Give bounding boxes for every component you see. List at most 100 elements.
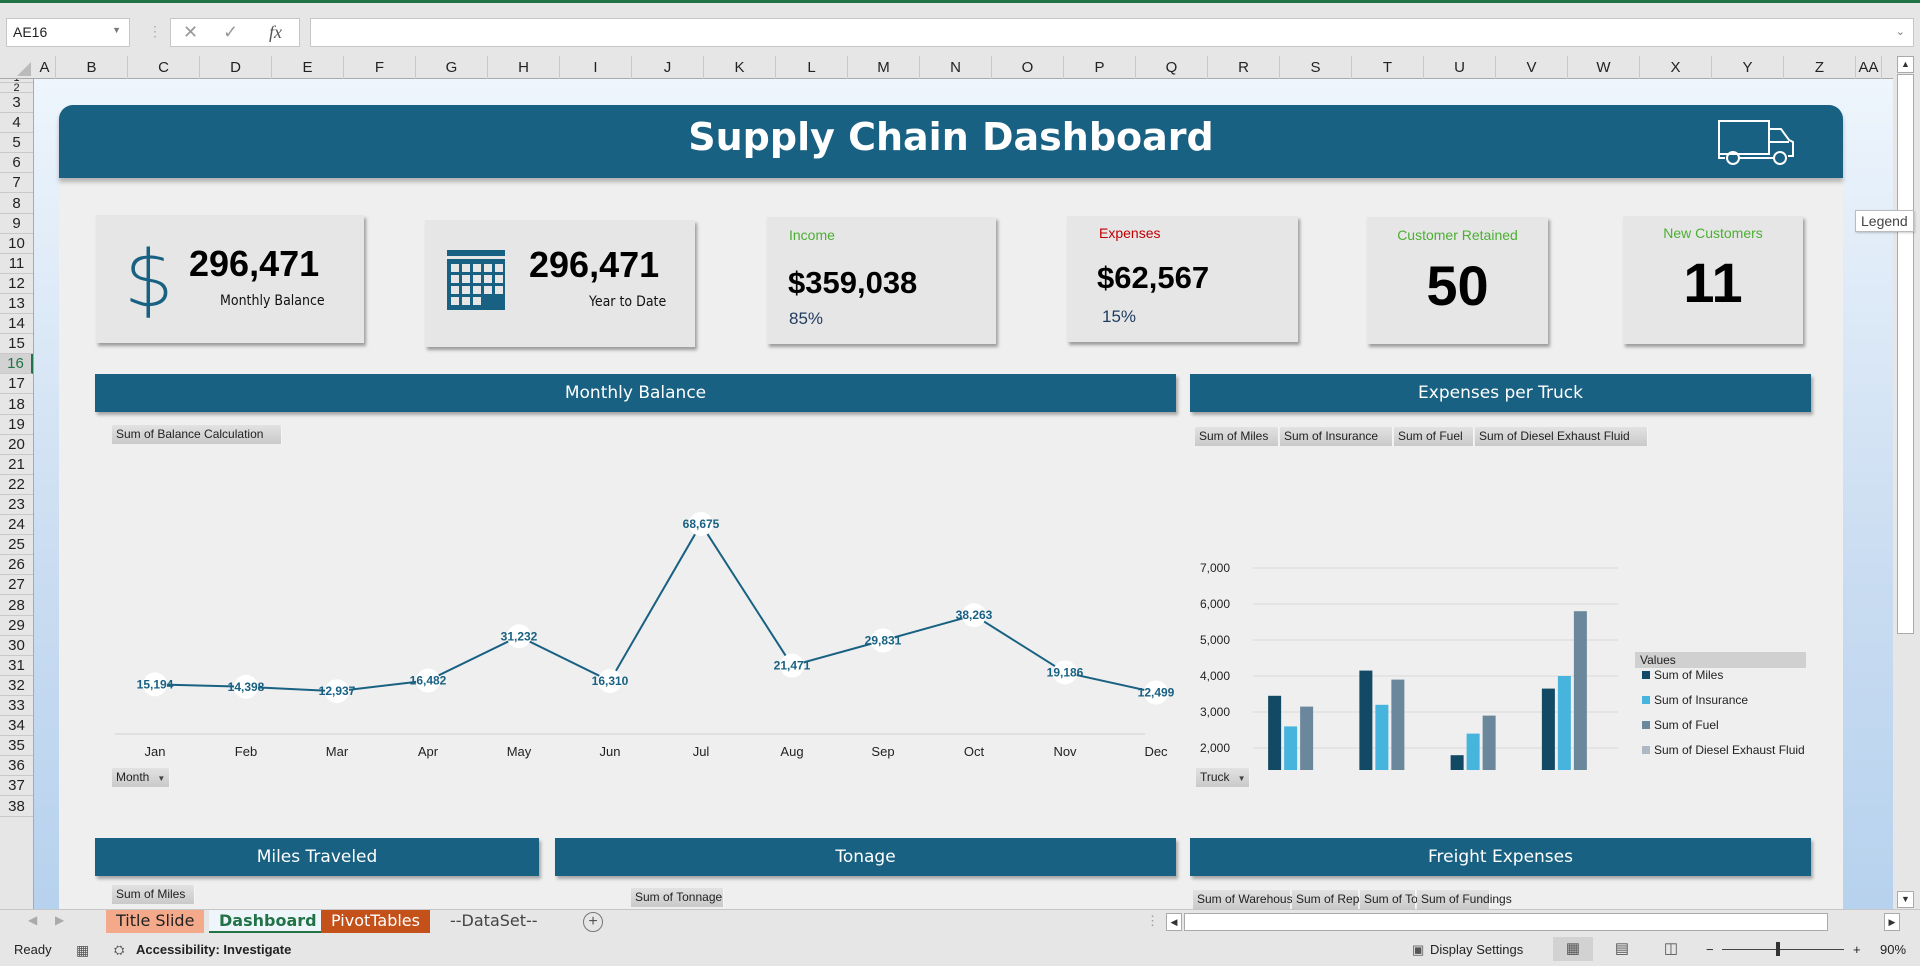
row-header-26[interactable]: 26 — [0, 555, 33, 576]
chevron-down-icon[interactable]: ▼ — [112, 25, 121, 35]
tab-dashboard[interactable]: Dashboard — [209, 910, 327, 933]
display-settings-button[interactable]: Display Settings — [1430, 942, 1523, 957]
row-header-7[interactable]: 7 — [0, 173, 33, 194]
row-header-8[interactable]: 8 — [0, 194, 33, 214]
filter-dropdown-icon[interactable]: ▼ — [1238, 774, 1246, 783]
field-button-miles[interactable]: Sum of Miles — [1195, 427, 1279, 446]
filter-dropdown-icon[interactable]: ▼ — [157, 774, 165, 783]
column-header-y[interactable]: Y — [1712, 56, 1784, 79]
row-header-2[interactable]: 2 — [0, 83, 33, 94]
column-header-l[interactable]: L — [776, 56, 848, 79]
column-header-r[interactable]: R — [1208, 56, 1280, 79]
column-header-f[interactable]: F — [344, 56, 416, 79]
column-header-c[interactable]: C — [128, 56, 200, 79]
row-header-21[interactable]: 21 — [0, 455, 33, 475]
tab-title-slide[interactable]: Title Slide — [106, 910, 205, 933]
zoom-out-button[interactable]: − — [1706, 942, 1714, 957]
column-header-d[interactable]: D — [200, 56, 272, 79]
column-header-b[interactable]: B — [56, 56, 128, 79]
column-header-k[interactable]: K — [704, 56, 776, 79]
zoom-slider[interactable] — [1722, 949, 1844, 950]
row-header-13[interactable]: 13 — [0, 294, 33, 315]
row-header-3[interactable]: 3 — [0, 93, 33, 114]
scroll-left-icon[interactable]: ◀ — [1166, 913, 1182, 931]
row-header-19[interactable]: 19 — [0, 415, 33, 435]
display-settings-icon[interactable]: ▣ — [1412, 942, 1424, 958]
field-button-tolls[interactable]: Sum of Tolls — [1360, 890, 1429, 909]
row-header-27[interactable]: 27 — [0, 575, 33, 596]
split-handle-icon[interactable]: ⋮ — [1146, 913, 1159, 929]
row-header-23[interactable]: 23 — [0, 495, 33, 516]
tab-scroll-left-icon[interactable]: ◀ — [28, 913, 37, 927]
row-header-33[interactable]: 33 — [0, 696, 33, 717]
column-header-aa[interactable]: AA — [1856, 56, 1882, 79]
field-button-balance[interactable]: Sum of Balance Calculation — [112, 425, 282, 444]
cancel-icon[interactable]: ✕ — [183, 22, 198, 43]
column-header-s[interactable]: S — [1280, 56, 1352, 79]
monthly-balance-chart[interactable]: 15,194 Jan 14,398 Feb 12,937 Mar 16,482 Apr 31,2… — [95, 450, 1176, 770]
scroll-right-icon[interactable]: ▶ — [1884, 913, 1900, 931]
row-header-32[interactable]: 32 — [0, 676, 33, 696]
horizontal-scrollbar[interactable]: ◀ ▶ — [1166, 913, 1906, 931]
row-header-11[interactable]: 11 — [0, 254, 33, 274]
tab-scroll-right-icon[interactable]: ▶ — [55, 913, 64, 927]
field-button-month[interactable]: Month ▼ — [112, 768, 171, 787]
row-header-29[interactable]: 29 — [0, 616, 33, 636]
name-box[interactable]: AE16 ▼ — [6, 18, 130, 47]
accessibility-status[interactable]: Accessibility: Investigate — [136, 942, 291, 957]
column-header-e[interactable]: E — [272, 56, 344, 79]
column-header-w[interactable]: W — [1568, 56, 1640, 79]
row-header-22[interactable]: 22 — [0, 475, 33, 495]
scroll-down-icon[interactable]: ▼ — [1897, 891, 1914, 908]
column-header-i[interactable]: I — [560, 56, 632, 79]
zoom-level[interactable]: 90% — [1880, 942, 1906, 957]
row-header-18[interactable]: 18 — [0, 395, 33, 415]
scroll-up-icon[interactable]: ▲ — [1897, 56, 1914, 73]
row-header-12[interactable]: 12 — [0, 274, 33, 294]
insert-function-icon[interactable]: fx — [269, 22, 282, 43]
column-header-m[interactable]: M — [848, 56, 920, 79]
field-button-insurance[interactable]: Sum of Insurance — [1280, 427, 1393, 446]
row-header-15[interactable]: 15 — [0, 334, 33, 355]
row-header-20[interactable]: 20 — [0, 435, 33, 455]
accessibility-icon[interactable]: ⛭ — [114, 942, 124, 958]
row-header-34[interactable]: 34 — [0, 716, 33, 737]
row-header-16[interactable]: 16 — [0, 354, 33, 375]
row-header-5[interactable]: 5 — [0, 133, 33, 154]
column-header-v[interactable]: V — [1496, 56, 1568, 79]
field-button-repairs[interactable]: Sum of Repairs — [1292, 890, 1379, 909]
row-header-30[interactable]: 30 — [0, 636, 33, 656]
row-header-37[interactable]: 37 — [0, 776, 33, 797]
field-button-tonnage[interactable]: Sum of Tonnage — [631, 888, 724, 907]
drag-handle-icon[interactable]: ⋮ — [148, 23, 162, 40]
enter-icon[interactable]: ✓ — [223, 22, 238, 43]
tab-dataset[interactable]: --DataSet-- — [440, 910, 548, 933]
column-header-x[interactable]: X — [1640, 56, 1712, 79]
field-button-fundings[interactable]: Sum of Fundings — [1417, 890, 1512, 909]
row-header-36[interactable]: 36 — [0, 756, 33, 777]
page-layout-view-button[interactable]: ▤ — [1602, 937, 1642, 961]
column-header-z[interactable]: Z — [1784, 56, 1856, 79]
field-button-fuel[interactable]: Sum of Fuel — [1394, 427, 1474, 446]
row-header-9[interactable]: 9 — [0, 214, 33, 234]
row-header-31[interactable]: 31 — [0, 656, 33, 676]
row-header-17[interactable]: 17 — [0, 374, 33, 395]
row-header-38[interactable]: 38 — [0, 797, 33, 817]
column-header-u[interactable]: U — [1424, 56, 1496, 79]
field-button-sum-of-miles[interactable]: Sum of Miles — [112, 885, 195, 904]
vertical-scrollbar[interactable]: ▲ ▼ — [1896, 56, 1916, 909]
formula-input[interactable]: ⌄ — [310, 18, 1914, 47]
normal-view-button[interactable]: ▦ — [1553, 937, 1593, 961]
zoom-in-button[interactable]: + — [1853, 942, 1861, 957]
column-header-g[interactable]: G — [416, 56, 488, 79]
column-header-j[interactable]: J — [632, 56, 704, 79]
row-header-6[interactable]: 6 — [0, 153, 33, 174]
column-header-p[interactable]: P — [1064, 56, 1136, 79]
tab-pivottables[interactable]: PivotTables — [321, 910, 430, 933]
row-header-10[interactable]: 10 — [0, 234, 33, 254]
column-header-t[interactable]: T — [1352, 56, 1424, 79]
column-header-q[interactable]: Q — [1136, 56, 1208, 79]
row-header-14[interactable]: 14 — [0, 314, 33, 335]
horizontal-scroll-thumb[interactable] — [1184, 913, 1828, 931]
expand-formula-icon[interactable]: ⌄ — [1896, 25, 1905, 38]
